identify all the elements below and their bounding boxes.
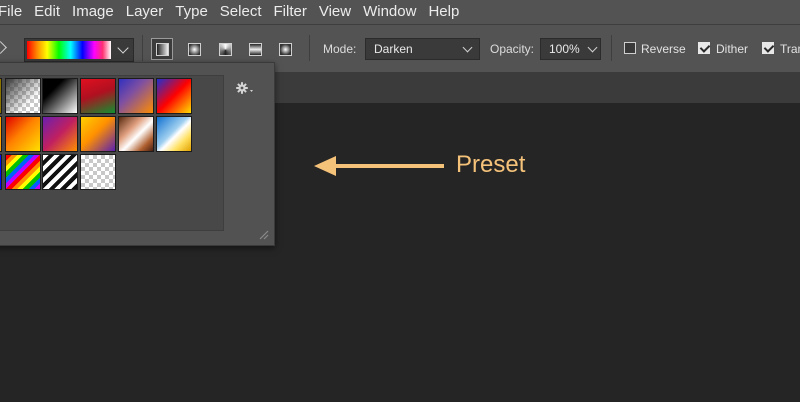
- angle-gradient-icon: [218, 42, 232, 56]
- menu-layer[interactable]: Layer: [120, 0, 170, 24]
- annotation-label: Preset: [456, 151, 526, 178]
- gradient-preset-swatch[interactable]: [118, 78, 154, 114]
- mode-value: Darken: [374, 42, 413, 56]
- gradient-preset-swatch[interactable]: [80, 78, 116, 114]
- transparency-checkbox[interactable]: [762, 42, 774, 54]
- gradient-preset-swatch[interactable]: [5, 116, 41, 152]
- gradient-preset-swatch[interactable]: [80, 116, 116, 152]
- gradient-preset-swatch[interactable]: [42, 154, 78, 190]
- gradient-preset-swatch[interactable]: [5, 154, 41, 190]
- opacity-value: 100%: [549, 42, 580, 56]
- chevron-down-icon[interactable]: [117, 42, 129, 54]
- radial-gradient-icon: [187, 42, 201, 56]
- menu-edit[interactable]: Edit: [28, 0, 66, 24]
- gradient-preset-swatch[interactable]: [118, 116, 154, 152]
- reflected-gradient-button[interactable]: [244, 38, 266, 60]
- menu-bar: File Edit Image Layer Type Select Filter…: [0, 0, 800, 24]
- menu-window[interactable]: Window: [357, 0, 422, 24]
- menu-type[interactable]: Type: [169, 0, 214, 24]
- menu-view[interactable]: View: [313, 0, 357, 24]
- linear-gradient-icon: [155, 42, 169, 56]
- menu-image[interactable]: Image: [66, 0, 120, 24]
- linear-gradient-button[interactable]: [151, 38, 173, 60]
- mode-select[interactable]: Darken: [365, 38, 480, 60]
- current-gradient-swatch[interactable]: [27, 41, 111, 59]
- chevron-down-icon[interactable]: [587, 42, 598, 53]
- gradient-preset-grid: [0, 75, 224, 231]
- gradient-preset-swatch[interactable]: [156, 78, 192, 114]
- gradient-preset-swatch[interactable]: [156, 116, 192, 152]
- angle-gradient-button[interactable]: [214, 38, 236, 60]
- gear-icon[interactable]: [235, 80, 257, 96]
- gradient-preset-swatch[interactable]: [0, 116, 2, 152]
- transparency-label: Tran: [780, 42, 800, 56]
- opacity-label: Opacity:: [490, 42, 535, 56]
- reflected-gradient-icon: [248, 42, 262, 56]
- mode-label: Mode:: [323, 42, 357, 56]
- gradient-picker-button[interactable]: [24, 38, 134, 62]
- gradient-preset-swatch[interactable]: [5, 78, 41, 114]
- opacity-field[interactable]: 100%: [540, 38, 601, 60]
- diamond-gradient-button[interactable]: [274, 38, 296, 60]
- gradient-preset-swatch[interactable]: [42, 78, 78, 114]
- dither-checkbox[interactable]: [698, 42, 710, 54]
- radial-gradient-button[interactable]: [183, 38, 205, 60]
- tool-preset-chevron-icon[interactable]: [0, 41, 7, 54]
- chevron-down-icon: [462, 42, 473, 53]
- gradient-preset-swatch[interactable]: [0, 78, 2, 114]
- menu-file[interactable]: File: [0, 0, 28, 24]
- diamond-gradient-icon: [278, 42, 292, 56]
- divider: [142, 35, 143, 61]
- annotation-arrow-icon: [314, 156, 444, 176]
- divider: [611, 35, 612, 61]
- menu-select[interactable]: Select: [214, 0, 268, 24]
- gradient-preset-swatch[interactable]: [80, 154, 116, 190]
- menu-filter[interactable]: Filter: [268, 0, 313, 24]
- resize-grip-icon[interactable]: [257, 228, 269, 240]
- dither-label: Dither: [716, 42, 749, 56]
- reverse-label: Reverse: [641, 42, 686, 56]
- divider: [309, 35, 310, 61]
- reverse-checkbox[interactable]: [624, 42, 636, 54]
- gradient-preset-swatch[interactable]: [0, 154, 2, 190]
- menu-help[interactable]: Help: [422, 0, 465, 24]
- gradient-preset-picker: [0, 62, 275, 246]
- gradient-preset-swatch[interactable]: [42, 116, 78, 152]
